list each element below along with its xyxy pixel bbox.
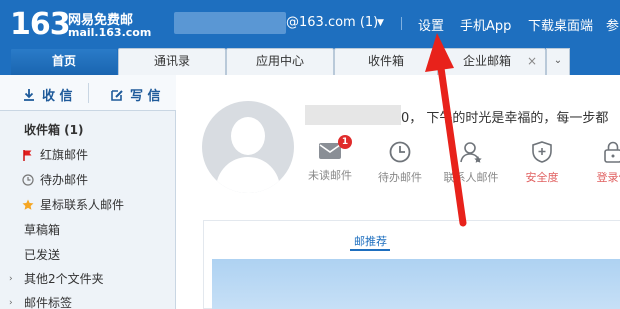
tab-inbox-label: 收件箱 [367, 54, 404, 68]
recommend-panel: 邮推荐 [203, 220, 620, 309]
sidebar: 收 信 写 信 收件箱 (1) 红旗邮件 待办邮件 星标联系人邮件 草稿箱 已发… [0, 75, 176, 309]
avatar-head-shape [231, 117, 265, 155]
settings-link[interactable]: 设置 [418, 15, 444, 34]
sidebar-item-label: 邮件标签 [24, 296, 73, 309]
sidebar-item-todo[interactable]: 待办邮件 [0, 168, 176, 192]
receive-button[interactable]: 收 信 [22, 85, 73, 104]
tab-mail-recommend[interactable]: 邮推荐 [354, 233, 387, 249]
quick-todo-mail[interactable]: 待办邮件 [365, 141, 435, 185]
sidebar-item-label: 其他2个文件夹 [24, 272, 104, 286]
tab-inbox[interactable]: 收件箱 [334, 48, 438, 75]
receive-label: 收 信 [42, 89, 73, 104]
tab-contacts-label: 通讯录 [153, 54, 190, 68]
clock-icon [389, 141, 411, 163]
account-name-redacted [174, 12, 286, 34]
avatar-body-shape [216, 157, 280, 193]
star-icon [22, 199, 34, 210]
header-link-truncated[interactable]: 参 [606, 15, 619, 34]
expand-arrow-icon[interactable]: › [9, 291, 13, 309]
sidebar-item-label: 已发送 [24, 248, 61, 262]
account-email[interactable]: @163.com (1) [286, 15, 378, 30]
sidebar-item-starred-contacts[interactable]: 星标联系人邮件 [0, 193, 176, 217]
sidebar-item-label: 草稿箱 [24, 223, 61, 237]
edit-icon [111, 90, 123, 101]
unread-badge: 1 [338, 135, 352, 149]
download-icon [24, 89, 34, 101]
chevron-down-icon[interactable]: ▼ [377, 18, 384, 28]
sidebar-item-flagged[interactable]: 红旗邮件 [0, 143, 176, 167]
main-content: 0， 下午的时光是幸福的，每一步都 1 未读邮件 待办邮件 联系人邮件 安全度 … [177, 75, 620, 309]
sidebar-item-label: 星标联系人邮件 [40, 198, 125, 212]
tab-home-label: 首页 [51, 54, 76, 68]
sidebar-item-mail-tags[interactable]: › 邮件标签 [0, 291, 176, 309]
action-divider [88, 83, 89, 103]
header-divider [401, 17, 402, 30]
clock-icon [22, 174, 34, 186]
compose-button[interactable]: 写 信 [110, 85, 161, 104]
sidebar-item-label: 红旗邮件 [40, 148, 89, 162]
quick-item-label: 待办邮件 [378, 171, 422, 184]
quick-security-level[interactable]: 安全度 [507, 141, 577, 185]
quick-unread-mail[interactable]: 1 未读邮件 [295, 135, 365, 183]
tab-more-chevron-icon[interactable]: ⌄ [546, 48, 570, 75]
username-redacted [305, 105, 401, 125]
tab-underline [350, 249, 390, 251]
quick-item-label: 未读邮件 [308, 169, 352, 182]
contact-icon [460, 142, 482, 163]
tab-contacts[interactable]: 通讯录 [118, 48, 226, 75]
sidebar-item-inbox[interactable]: 收件箱 (1) [0, 118, 176, 142]
logo-domain[interactable]: mail.163.com [68, 26, 151, 39]
shield-icon [532, 141, 552, 163]
mobile-app-link[interactable]: 手机App [460, 15, 511, 34]
sidebar-item-label: 待办邮件 [40, 173, 89, 187]
quick-item-label: 登录保 [596, 171, 620, 184]
sidebar-item-sent[interactable]: 已发送 [0, 243, 176, 267]
logo-number[interactable]: 163 [10, 8, 71, 42]
sidebar-item-other-folders[interactable]: › 其他2个文件夹 [0, 267, 176, 291]
lock-icon [604, 141, 620, 163]
quick-item-label: 安全度 [525, 171, 559, 184]
mail-actions: 收 信 写 信 [0, 75, 176, 111]
download-desktop-link[interactable]: 下载桌面端 [528, 15, 593, 34]
tab-app-center[interactable]: 应用中心 [226, 48, 334, 75]
tab-enterprise-mail-label: 企业邮箱 [463, 54, 512, 68]
tab-app-center-label: 应用中心 [255, 54, 304, 68]
red-flag-icon [23, 150, 32, 161]
tab-enterprise-mail[interactable]: 企业邮箱 × [438, 48, 546, 75]
quick-item-label: 联系人邮件 [443, 171, 499, 184]
recommend-banner-image[interactable] [212, 259, 620, 309]
tab-bar: 首页 通讯录 应用中心 收件箱 企业邮箱 × ⌄ [0, 48, 620, 75]
close-icon[interactable]: × [527, 49, 537, 74]
sidebar-item-label: 收件箱 (1) [24, 123, 84, 137]
avatar[interactable] [202, 101, 294, 193]
compose-label: 写 信 [130, 89, 161, 104]
expand-arrow-icon[interactable]: › [9, 267, 13, 291]
tab-home[interactable]: 首页 [10, 48, 118, 75]
quick-contact-mail[interactable]: 联系人邮件 [436, 141, 506, 185]
sidebar-item-drafts[interactable]: 草稿箱 [0, 218, 176, 242]
greeting-text: 0， 下午的时光是幸福的，每一步都 [401, 111, 609, 126]
quick-login-protection[interactable]: 登录保 [578, 141, 620, 185]
top-header: 163 网易免费邮 mail.163.com @163.com (1) ▼ 设置… [0, 0, 620, 48]
